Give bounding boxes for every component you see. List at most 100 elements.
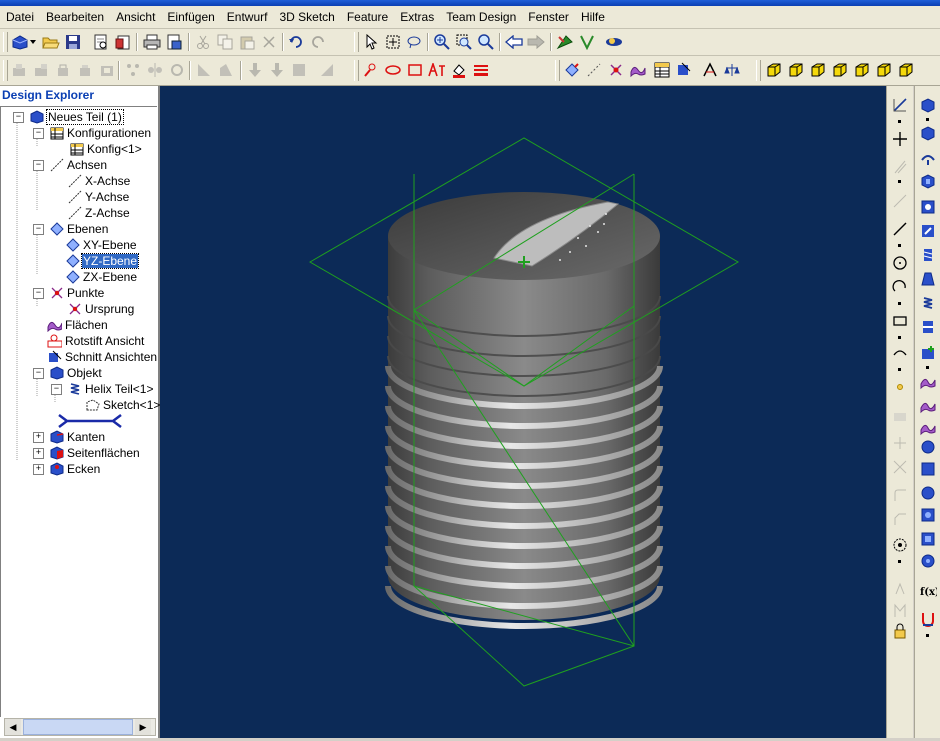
tree-item-punkte[interactable]: − Punkte (33, 285, 105, 301)
collapse-toggle[interactable]: − (33, 368, 44, 379)
extrude-blue-icon[interactable] (919, 96, 937, 114)
toolbar-grip[interactable] (555, 60, 560, 81)
page-setup-icon[interactable] (164, 32, 184, 52)
tree-item-kanten[interactable]: + Kanten (33, 429, 106, 445)
collapse-toggle[interactable]: − (13, 112, 24, 123)
tree-item-sketch[interactable]: Sketch<1> (85, 397, 161, 413)
wedge-icon[interactable] (919, 552, 937, 570)
arc-icon[interactable] (891, 278, 909, 296)
dimension-icon[interactable] (891, 192, 909, 210)
mirror-icon[interactable] (145, 60, 165, 80)
thread-feature-icon[interactable] (919, 246, 937, 264)
cut-feature-icon[interactable] (97, 60, 117, 80)
plane-tool-icon[interactable] (562, 60, 582, 80)
history-marker-icon[interactable] (55, 413, 125, 429)
zoom-fit-icon[interactable] (476, 32, 496, 52)
measure-icon[interactable] (700, 60, 720, 80)
print-preview-icon[interactable] (91, 32, 111, 52)
move-down-icon[interactable] (245, 60, 265, 80)
tree-item-schnitt-ansichten[interactable]: Schnitt Ansichten (47, 349, 158, 365)
ellipse-icon[interactable] (891, 536, 909, 554)
extend-icon[interactable] (891, 458, 909, 476)
hole-feature-icon[interactable] (919, 198, 937, 216)
view-iso-icon[interactable] (764, 60, 784, 80)
point-tool-icon[interactable] (606, 60, 626, 80)
blend-icon[interactable] (317, 60, 337, 80)
tree-item-seitenflaechen[interactable]: + Seitenflächen (33, 445, 141, 461)
sketch-fillet-icon[interactable] (891, 486, 909, 504)
rectangle-icon[interactable] (891, 312, 909, 330)
properties-icon[interactable] (113, 32, 133, 52)
paste-icon[interactable] (237, 32, 257, 52)
menu-feature[interactable]: Feature (341, 7, 394, 27)
redline-ellipse-icon[interactable] (383, 60, 403, 80)
zoom-in-icon[interactable] (432, 32, 452, 52)
crosshair-icon[interactable] (891, 130, 909, 148)
menu-einfuegen[interactable]: Einfügen (161, 7, 220, 27)
tree-item-neues-teil[interactable]: − Neues Teil (1) (13, 109, 124, 125)
offset-icon[interactable] (891, 408, 909, 426)
rib-feature-icon[interactable] (919, 222, 937, 240)
sketch-icon[interactable] (891, 96, 909, 114)
tree-item-achsen[interactable]: − Achsen (33, 157, 108, 173)
surface-purple-icon[interactable] (919, 374, 937, 392)
collapse-toggle[interactable]: − (33, 128, 44, 139)
sketch-point-icon[interactable] (891, 378, 909, 396)
redline-line-style-icon[interactable] (471, 60, 491, 80)
tree-item-ecken[interactable]: + Ecken (33, 461, 101, 477)
tree-item-z-achse[interactable]: Z-Achse (67, 205, 131, 221)
feature-tool-icon[interactable] (555, 32, 575, 52)
redline-pen-icon[interactable] (361, 60, 381, 80)
dropdown-arrow-icon[interactable] (28, 32, 38, 52)
sweep-icon[interactable] (75, 60, 95, 80)
split-feature-icon[interactable] (919, 318, 937, 336)
magnet-icon[interactable] (919, 610, 937, 628)
fillet-icon[interactable] (194, 60, 214, 80)
chamfer-icon[interactable] (216, 60, 236, 80)
draft-feature-icon[interactable] (919, 270, 937, 288)
menu-entwurf[interactable]: Entwurf (221, 7, 274, 27)
menu-hilfe[interactable]: Hilfe (575, 7, 611, 27)
loft-icon[interactable] (53, 60, 73, 80)
surface-trim-icon[interactable] (919, 420, 937, 438)
text-tool-icon[interactable] (891, 580, 909, 598)
helix-feature-icon[interactable] (919, 150, 937, 168)
projection-icon[interactable] (891, 602, 909, 620)
spline-icon[interactable] (891, 344, 909, 362)
3d-viewport[interactable] (160, 86, 886, 738)
collapse-toggle[interactable]: − (33, 160, 44, 171)
menu-bearbeiten[interactable]: Bearbeiten (40, 7, 110, 27)
scroll-right-icon[interactable]: ▶ (135, 719, 151, 735)
tree-item-ursprung[interactable]: Ursprung (67, 301, 135, 317)
toolbar-grip[interactable] (3, 60, 8, 81)
draft-face-icon[interactable] (289, 60, 309, 80)
view-right-icon[interactable] (830, 60, 850, 80)
line-icon[interactable] (891, 220, 909, 238)
view-left-icon[interactable] (852, 60, 872, 80)
function-fx-icon[interactable]: f(x) (919, 582, 937, 600)
tree-item-y-achse[interactable]: Y-Achse (67, 189, 130, 205)
toolbar-grip[interactable] (354, 32, 359, 52)
section-view-icon[interactable] (674, 60, 694, 80)
expand-toggle[interactable]: + (33, 448, 44, 459)
torus-icon[interactable] (919, 530, 937, 548)
surface-blend-icon[interactable] (919, 398, 937, 416)
tree-item-zx-ebene[interactable]: ZX-Ebene (65, 269, 138, 285)
select-box-icon[interactable] (383, 32, 403, 52)
cylinder-icon[interactable] (919, 484, 937, 502)
tree-item-konfig[interactable]: Konfig<1> (69, 141, 143, 157)
next-view-icon[interactable] (526, 32, 546, 52)
menu-ansicht[interactable]: Ansicht (110, 7, 161, 27)
collapse-toggle[interactable]: − (33, 288, 44, 299)
shell-icon[interactable] (167, 60, 187, 80)
undo-icon[interactable] (286, 32, 306, 52)
tree-item-objekt[interactable]: − Objekt (33, 365, 103, 381)
sketch-chamfer-icon[interactable] (891, 510, 909, 528)
scroll-left-icon[interactable]: ◀ (5, 719, 21, 735)
expand-toggle[interactable]: + (33, 464, 44, 475)
view-back-icon[interactable] (874, 60, 894, 80)
delete-icon[interactable] (259, 32, 279, 52)
tree-item-flaechen[interactable]: Flächen (47, 317, 109, 333)
axis-tool-icon[interactable] (584, 60, 604, 80)
copy-icon[interactable] (215, 32, 235, 52)
